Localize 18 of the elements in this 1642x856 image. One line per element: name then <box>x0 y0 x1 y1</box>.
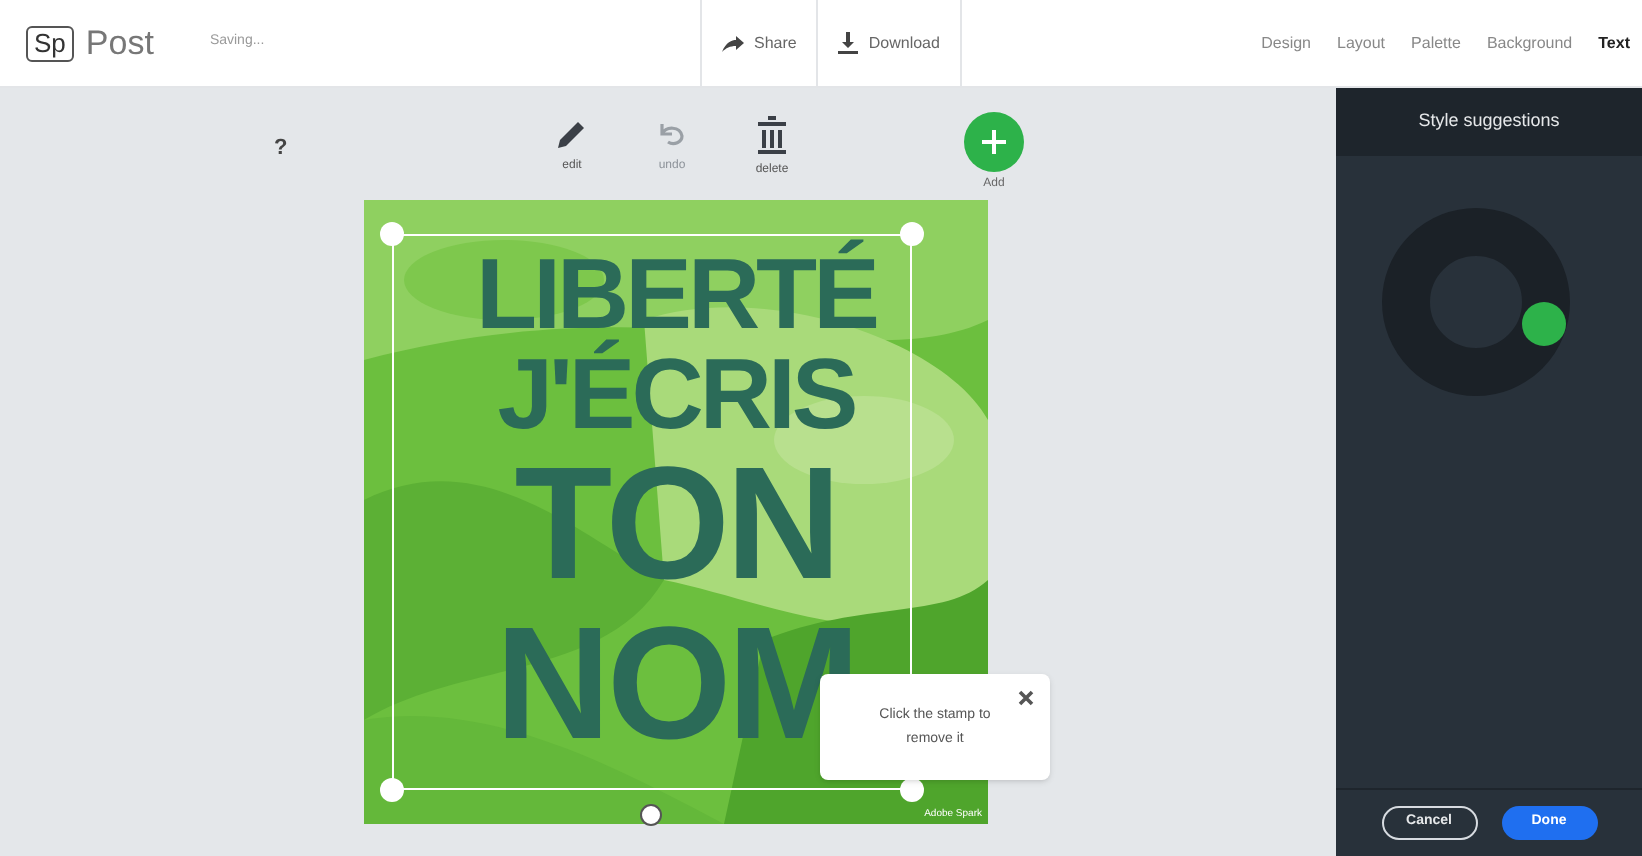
share-button[interactable]: Share <box>700 0 817 86</box>
share-arrow-icon <box>722 35 744 51</box>
app-logo: Sp <box>26 25 74 61</box>
tab[interactable]: Text <box>1598 31 1630 55</box>
download-icon <box>838 32 859 54</box>
trash-icon <box>756 116 788 156</box>
tab[interactable]: Palette <box>1411 31 1461 55</box>
plus-icon <box>964 112 1024 172</box>
tab[interactable]: Layout <box>1337 31 1386 55</box>
document-title: Post <box>85 21 154 66</box>
download-button[interactable]: Download <box>816 0 962 86</box>
close-icon[interactable] <box>1018 690 1034 706</box>
help-icon[interactable]: ? <box>274 132 288 165</box>
tab[interactable]: Design <box>1261 31 1311 55</box>
panel-title: Style suggestions <box>1418 108 1560 135</box>
tab[interactable]: Background <box>1486 31 1573 55</box>
poster-headline: J'ÉCRIS <box>497 344 855 444</box>
pencil-icon <box>554 116 590 152</box>
